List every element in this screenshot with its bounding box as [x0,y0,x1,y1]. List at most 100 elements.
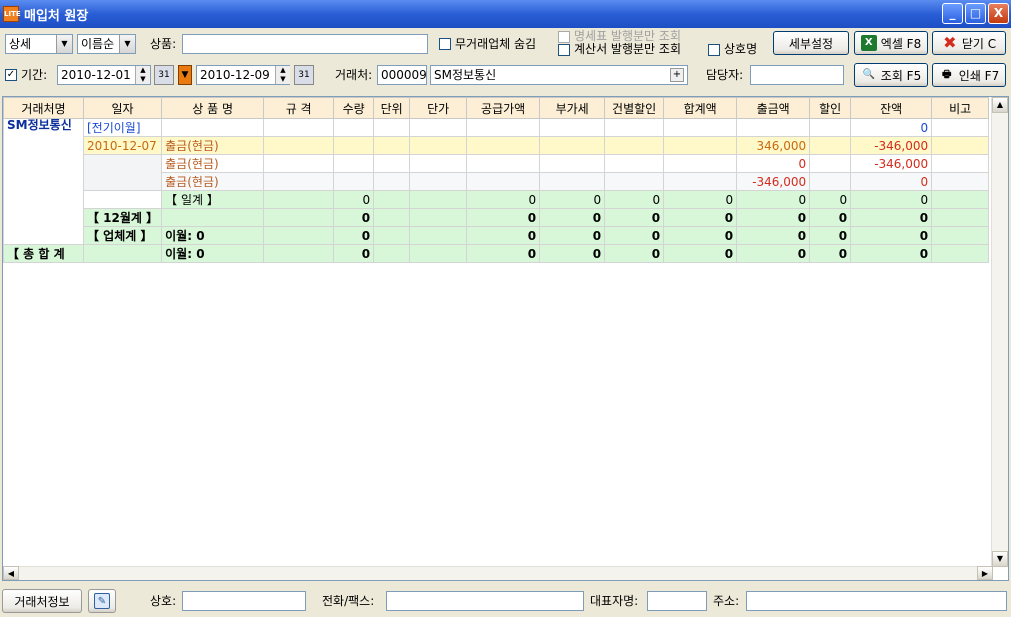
product-cell[interactable]: 출금(현금) [161,154,265,173]
product-cell[interactable]: 출금(현금) [161,172,265,191]
qty-cell[interactable] [333,118,375,137]
unit-cell[interactable] [373,118,411,137]
supply-cell[interactable]: 0 [466,226,541,245]
balance-cell[interactable]: -346,000 [850,154,933,173]
col-header-vat[interactable]: 부가세 [539,97,606,119]
payout-cell[interactable]: 0 [736,190,811,209]
discount-cell[interactable] [809,154,852,173]
view-mode-select[interactable]: 상세 ▼ [5,34,73,54]
scroll-up-icon[interactable]: ▲ [992,97,1008,113]
price-cell[interactable] [409,226,468,245]
vendor-edit-button[interactable]: ✎ [88,589,116,613]
balance-cell[interactable]: 0 [850,226,933,245]
table-row[interactable]: 2010-12-07 출금(현금) 346,000 -346,000 [4,136,990,155]
total-cell[interactable]: 0 [663,208,738,227]
excel-button[interactable]: X 엑셀 F8 [854,31,928,55]
vendor-subtotal-row[interactable]: 【 업체계 】 이월: 0 0 0 0 0 0 0 0 0 [4,226,990,245]
manager-input[interactable] [750,65,844,85]
qty-cell[interactable] [333,136,375,155]
vat-cell[interactable]: 0 [539,208,606,227]
col-header-price[interactable]: 단가 [409,97,468,119]
date-cell[interactable]: [전기이월] [82,118,163,137]
col-header-payout[interactable]: 출금액 [736,97,811,119]
unit-cell[interactable] [373,136,411,155]
total-cell[interactable]: 0 [663,226,738,245]
spec-cell[interactable] [263,118,335,137]
qty-cell[interactable]: 0 [333,244,375,263]
qty-cell[interactable]: 0 [333,208,375,227]
date-cell[interactable] [82,154,163,191]
balance-cell[interactable]: 0 [850,118,933,137]
vat-cell[interactable] [539,154,606,173]
payout-cell[interactable]: 0 [736,244,811,263]
maximize-button[interactable]: □ [965,3,986,24]
payout-cell[interactable]: 346,000 [736,136,811,155]
discount-cell[interactable] [809,172,852,191]
spec-cell[interactable] [263,226,335,245]
calendar-icon[interactable]: 31 [294,65,314,85]
disc-each-cell[interactable] [604,172,665,191]
note-cell[interactable] [931,154,990,173]
product-input[interactable] [182,34,428,54]
supply-cell[interactable]: 0 [466,244,541,263]
disc-each-cell[interactable] [604,136,665,155]
total-cell[interactable]: 0 [663,244,738,263]
note-cell[interactable] [931,208,990,227]
unit-cell[interactable] [373,244,411,263]
detail-settings-button[interactable]: 세부설정 [773,31,849,55]
supply-cell[interactable]: 0 [466,208,541,227]
price-cell[interactable] [409,136,468,155]
unit-cell[interactable] [373,208,411,227]
payout-cell[interactable] [736,118,811,137]
vat-cell[interactable] [539,172,606,191]
supply-cell[interactable] [466,154,541,173]
discount-cell[interactable]: 0 [809,208,852,227]
unit-cell[interactable] [373,154,411,173]
spec-cell[interactable] [263,208,335,227]
vendor-add-button[interactable]: + [670,68,684,82]
price-cell[interactable] [409,244,468,263]
col-header-note[interactable]: 비고 [931,97,990,119]
qty-cell[interactable]: 0 [333,226,375,245]
col-header-product[interactable]: 상 품 명 [161,97,265,119]
col-header-unit[interactable]: 단위 [373,97,411,119]
qty-cell[interactable] [333,154,375,173]
col-header-balance[interactable]: 잔액 [850,97,933,119]
grand-total-row[interactable]: 【 총 합 계 이월: 0 0 0 0 0 0 0 0 0 [3,244,990,263]
period-checkbox[interactable]: ✓ [5,69,17,81]
col-header-spec[interactable]: 규 격 [263,97,335,119]
supply-cell[interactable] [466,118,541,137]
scroll-down-icon[interactable]: ▼ [992,551,1008,567]
total-cell[interactable] [663,136,738,155]
note-cell[interactable] [931,226,990,245]
product-cell[interactable]: 이월: 0 [161,244,265,263]
price-cell[interactable] [409,172,468,191]
col-header-vendor[interactable]: 거래처명 [3,97,84,119]
sort-order-select[interactable]: 이름순 ▼ [77,34,136,54]
col-header-qty[interactable]: 수량 [333,97,375,119]
balance-cell[interactable]: 0 [850,208,933,227]
product-cell[interactable]: 이월: 0 [161,226,265,245]
vendor-code-input[interactable]: 000009 [377,65,427,85]
product-cell[interactable]: 출금(현금) [161,136,265,155]
disc-each-cell[interactable]: 0 [604,226,665,245]
vat-cell[interactable] [539,118,606,137]
statement-only-checkbox[interactable] [558,31,570,43]
vat-cell[interactable]: 0 [539,226,606,245]
price-cell[interactable] [409,154,468,173]
spec-cell[interactable] [263,136,335,155]
total-cell[interactable] [663,154,738,173]
discount-cell[interactable]: 0 [809,244,852,263]
disc-each-cell[interactable] [604,118,665,137]
calendar-icon[interactable]: 31 [154,65,174,85]
company-name-checkbox[interactable] [708,44,720,56]
note-cell[interactable] [931,190,990,209]
spec-cell[interactable] [263,154,335,173]
discount-cell[interactable] [809,118,852,137]
spec-cell[interactable] [263,244,335,263]
balance-cell[interactable]: -346,000 [850,136,933,155]
vendor-name-input[interactable]: SM정보통신 + [430,65,688,85]
col-header-date[interactable]: 일자 [82,97,163,119]
supply-cell[interactable] [466,172,541,191]
supply-cell[interactable] [466,136,541,155]
